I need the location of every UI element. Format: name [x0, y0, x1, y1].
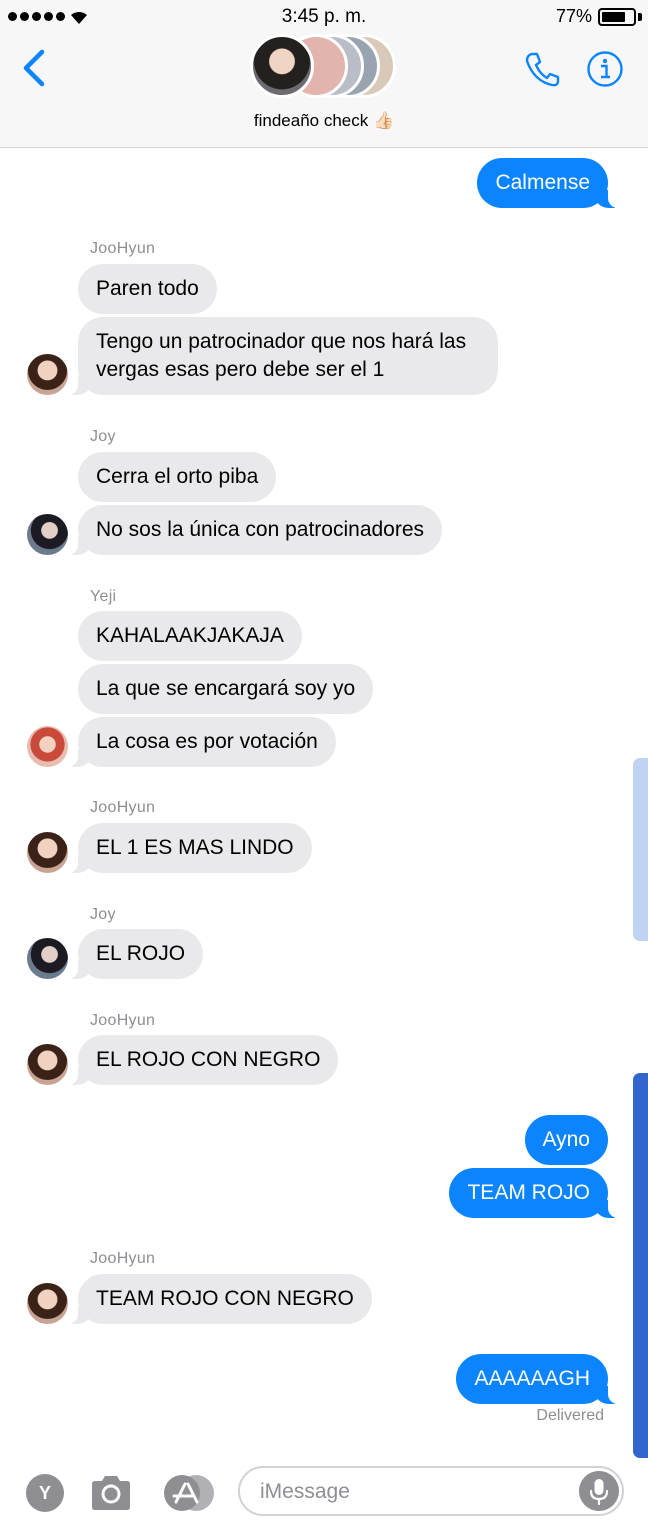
sent-message[interactable]: Calmense — [477, 158, 621, 208]
received-message[interactable]: No sos la única con patrocinadores — [64, 505, 443, 555]
received-message[interactable]: EL ROJO — [64, 929, 204, 979]
sender-name: Joy — [90, 428, 116, 445]
status-time: 3:45 p. m. — [281, 6, 367, 27]
message-list[interactable]: Calmense JooHyun Paren todo Tengo un pat… — [0, 148, 648, 1458]
back-chevron-icon[interactable] — [18, 48, 50, 88]
info-icon[interactable] — [586, 50, 624, 88]
scroll-indicator[interactable] — [633, 1073, 648, 1458]
sender-name: JooHyun — [90, 1012, 156, 1029]
member-avatar — [250, 34, 314, 98]
status-bar: 3:45 p. m. 77% — [0, 0, 648, 34]
delivered-status: Delivered — [536, 1407, 604, 1424]
conversation-header: 3:45 p. m. 77% findeaño check 👍🏻 — [0, 0, 648, 148]
received-message[interactable]: TEAM ROJO CON NEGRO — [65, 1274, 372, 1324]
message-input-placeholder: iMessage — [260, 1480, 350, 1503]
received-message[interactable]: Tengo un patrocinador que nos hará las v… — [65, 317, 498, 395]
avatar-joohyun[interactable] — [27, 1044, 68, 1085]
group-avatar-stack[interactable] — [250, 34, 400, 100]
app-store-icon[interactable] — [163, 1474, 215, 1512]
sent-message[interactable]: Ayno — [524, 1115, 608, 1165]
compose-bar: Y iMessage — [0, 1458, 648, 1523]
received-message[interactable]: EL 1 ES MAS LINDO — [65, 823, 312, 873]
sent-message[interactable]: AAAAAAGH — [456, 1354, 621, 1404]
avatar-joy[interactable] — [27, 938, 68, 979]
message-input[interactable]: iMessage — [238, 1466, 624, 1516]
avatar-joy[interactable] — [27, 514, 68, 555]
camera-icon[interactable] — [90, 1474, 132, 1512]
received-message[interactable]: La que se encargará soy yo — [78, 664, 374, 714]
received-message[interactable]: Cerra el orto piba — [78, 452, 277, 502]
received-message[interactable]: La cosa es por votación — [65, 717, 336, 767]
avatar-joohyun[interactable] — [27, 354, 68, 395]
y-app-button[interactable]: Y — [26, 1474, 64, 1512]
battery-percent: 77% — [555, 6, 592, 26]
avatar-joohyun[interactable] — [27, 1283, 68, 1324]
phone-icon[interactable] — [524, 50, 560, 88]
received-message[interactable]: EL ROJO CON NEGRO — [64, 1035, 339, 1085]
scroll-indicator-light[interactable] — [633, 758, 648, 941]
received-message[interactable]: Paren todo — [78, 264, 217, 314]
sender-name: JooHyun — [90, 799, 156, 816]
sender-name: JooHyun — [90, 1250, 156, 1267]
microphone-icon[interactable] — [579, 1471, 619, 1511]
battery-icon — [598, 8, 636, 26]
sender-name: Joy — [90, 906, 116, 923]
sent-message[interactable]: TEAM ROJO — [449, 1168, 621, 1218]
received-message[interactable]: KAHALAAKJAKAJA — [78, 611, 302, 661]
sender-name: JooHyun — [90, 240, 156, 257]
avatar-joohyun[interactable] — [27, 832, 68, 873]
sender-name: Yeji — [90, 588, 117, 605]
avatar-yeji[interactable] — [27, 726, 68, 767]
group-name[interactable]: findeaño check 👍🏻 — [0, 111, 648, 131]
